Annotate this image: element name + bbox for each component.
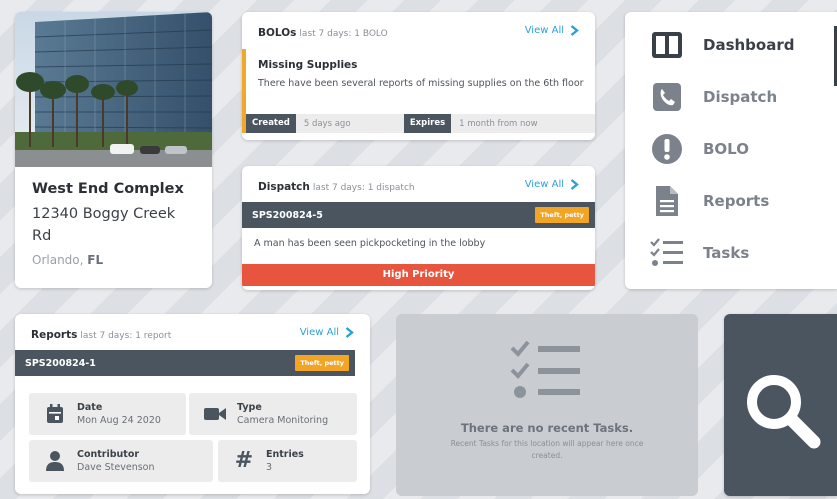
reports-header: Reports last 7 days: 1 report	[31, 323, 171, 342]
reports-subtitle: last 7 days: 1 report	[80, 330, 172, 341]
report-id-bar[interactable]: SPS200824-1 Theft, petty	[15, 350, 355, 376]
document-icon	[649, 183, 685, 219]
entries-value: 3	[266, 462, 273, 473]
bolos-view-all-link[interactable]: View All	[525, 25, 579, 36]
search-icon	[742, 370, 824, 456]
dispatch-type-badge: Theft, petty	[535, 207, 589, 223]
nav-label: Tasks	[703, 244, 750, 262]
hash-icon: #	[234, 448, 254, 473]
checklist-icon	[649, 235, 685, 271]
report-date-cell: Date Mon Aug 24 2020	[29, 393, 186, 435]
dispatch-subtitle: last 7 days: 1 dispatch	[312, 182, 415, 193]
tasks-empty-text: Recent Tasks for this location will appe…	[450, 439, 644, 460]
dashboard-icon	[649, 27, 685, 63]
building-photo	[15, 12, 212, 167]
alert-icon	[649, 131, 685, 167]
state-code: FL	[87, 253, 104, 267]
checklist-icon	[510, 340, 582, 406]
view-all-label: View All	[524, 178, 564, 190]
location-city: Orlando, FL	[32, 253, 196, 267]
phone-icon	[649, 79, 685, 115]
contributor-value: Dave Stevenson	[77, 462, 155, 473]
sidebar-nav: Dashboard Dispatch BOLO Reports Tasks	[625, 12, 837, 289]
location-address: 12340 Boggy Creek Rd	[32, 206, 176, 244]
report-contributor-cell: Contributor Dave Stevenson	[29, 440, 213, 482]
camera-icon	[203, 406, 227, 422]
dispatch-id-bar: SPS200824-5 Theft, petty	[242, 202, 595, 228]
bolo-title: Missing Supplies	[258, 59, 358, 71]
bolos-subtitle: last 7 days: 1 BOLO	[299, 28, 388, 39]
chevron-right-icon	[345, 326, 354, 338]
view-all-label: View All	[524, 24, 564, 36]
nav-label: Dashboard	[703, 36, 795, 54]
bolos-title: BOLOs	[258, 26, 297, 39]
bolo-item[interactable]: Missing Supplies There have been several…	[242, 49, 595, 133]
location-card: West End Complex 12340 Boggy Creek Rd Or…	[15, 12, 212, 288]
nav-item-bolo[interactable]: BOLO	[625, 123, 837, 175]
calendar-icon	[43, 404, 67, 424]
nav-label: BOLO	[703, 140, 749, 158]
city-name: Orlando,	[32, 253, 84, 267]
dispatch-id: SPS200824-5	[252, 209, 323, 221]
search-button[interactable]	[724, 314, 837, 496]
expires-tag: Expires	[403, 114, 452, 133]
bolos-card: BOLOs last 7 days: 1 BOLO View All Missin…	[242, 12, 595, 140]
report-type-badge: Theft, petty	[295, 355, 349, 371]
dispatch-view-all-link[interactable]: View All	[525, 179, 579, 190]
nav-label: Reports	[703, 192, 770, 210]
reports-card: Reports last 7 days: 1 report View All SP…	[15, 314, 370, 494]
created-value: 5 days ago	[303, 118, 351, 129]
created-tag: Created	[246, 114, 296, 133]
report-type-cell: Type Camera Monitoring	[189, 393, 357, 435]
report-entries-cell: # Entries 3	[218, 440, 357, 482]
nav-item-dashboard[interactable]: Dashboard	[625, 19, 837, 71]
reports-title: Reports	[31, 328, 78, 341]
dispatch-header: Dispatch last 7 days: 1 dispatch	[258, 175, 415, 194]
bolos-header: BOLOs last 7 days: 1 BOLO	[258, 21, 388, 40]
bolo-description: There have been several reports of missi…	[258, 78, 584, 89]
bolo-footer: Created 5 days ago Expires 1 month from …	[246, 114, 595, 133]
type-label: Type	[237, 402, 262, 413]
nav-item-tasks[interactable]: Tasks	[625, 227, 837, 279]
reports-view-all-link[interactable]: View All	[300, 327, 354, 338]
date-label: Date	[77, 402, 103, 413]
nav-item-reports[interactable]: Reports	[625, 175, 837, 227]
location-name: West End Complex	[32, 181, 184, 197]
tasks-empty-panel: There are no recent Tasks. Recent Tasks …	[396, 314, 698, 496]
entries-label: Entries	[266, 449, 304, 460]
chevron-right-icon	[570, 24, 579, 36]
date-value: Mon Aug 24 2020	[77, 415, 161, 426]
report-id: SPS200824-1	[25, 357, 96, 369]
contributor-label: Contributor	[77, 449, 140, 460]
dispatch-title: Dispatch	[258, 180, 310, 193]
chevron-right-icon	[570, 178, 579, 190]
type-value: Camera Monitoring	[237, 415, 329, 426]
dispatch-description: A man has been seen pickpocketing in the…	[254, 238, 486, 249]
expires-value: 1 month from now	[459, 118, 538, 129]
tasks-empty-title: There are no recent Tasks.	[460, 421, 634, 435]
dispatch-card: Dispatch last 7 days: 1 dispatch View All…	[242, 166, 595, 290]
priority-banner: High Priority	[242, 264, 595, 286]
view-all-label: View All	[299, 326, 339, 338]
dispatch-item[interactable]: SPS200824-5 Theft, petty A man has been …	[242, 202, 595, 286]
nav-item-dispatch[interactable]: Dispatch	[625, 71, 837, 123]
nav-label: Dispatch	[703, 88, 778, 106]
user-icon	[43, 450, 67, 472]
